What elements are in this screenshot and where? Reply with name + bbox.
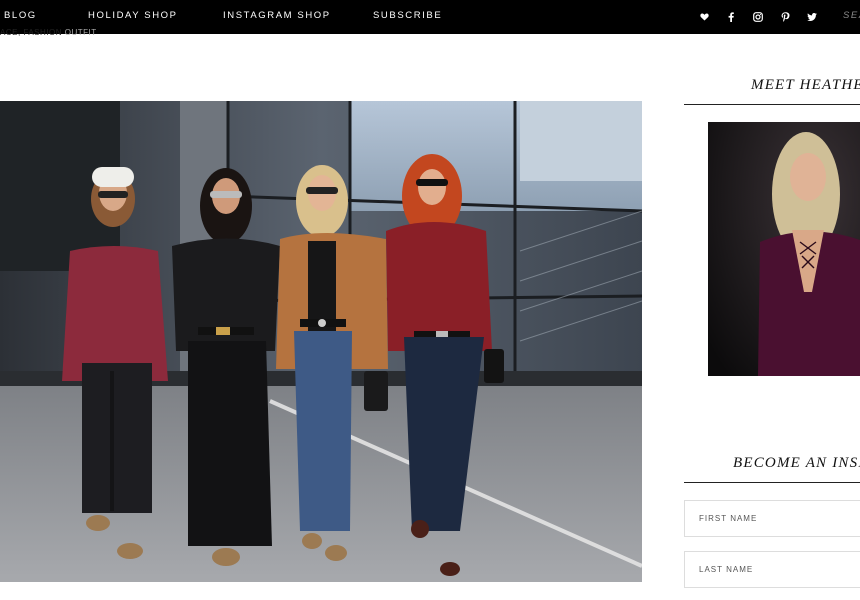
breadcrumb-section[interactable]: ACE, FASHION [0, 28, 62, 37]
hero-photo-illustration [0, 101, 642, 582]
search-input[interactable]: SEA [843, 10, 860, 21]
nav-link-instagram-shop[interactable]: INSTAGRAM SHOP [223, 10, 331, 21]
heart-icon[interactable] [697, 10, 711, 24]
profile-photo[interactable] [708, 122, 860, 376]
facebook-icon[interactable] [724, 10, 738, 24]
first-name-field[interactable] [684, 500, 860, 537]
nav-link-holiday-shop[interactable]: HOLIDAY SHOP [88, 10, 178, 21]
sidebar-newsletter-divider [684, 482, 860, 483]
sidebar-about-divider [684, 104, 860, 105]
sidebar-newsletter-title: BECOME AN INSI [733, 455, 860, 471]
hero-photo[interactable] [0, 101, 642, 582]
breadcrumb: ACE, FASHION OUTFIT [0, 28, 97, 38]
twitter-icon[interactable] [805, 10, 819, 24]
first-name-input[interactable] [685, 501, 860, 536]
sidebar-about-title: MEET HEATHE [751, 77, 860, 93]
breadcrumb-current: OUTFIT [64, 28, 97, 37]
top-nav-bar: BLOG HOLIDAY SHOP INSTAGRAM SHOP SUBSCRI… [0, 0, 860, 34]
instagram-icon[interactable] [751, 10, 765, 24]
pinterest-icon[interactable] [778, 10, 792, 24]
nav-link-subscribe[interactable]: SUBSCRIBE [373, 10, 442, 21]
nav-link-blog[interactable]: BLOG [4, 10, 37, 21]
last-name-input[interactable] [685, 552, 860, 587]
last-name-field[interactable] [684, 551, 860, 588]
profile-photo-illustration [708, 122, 860, 376]
